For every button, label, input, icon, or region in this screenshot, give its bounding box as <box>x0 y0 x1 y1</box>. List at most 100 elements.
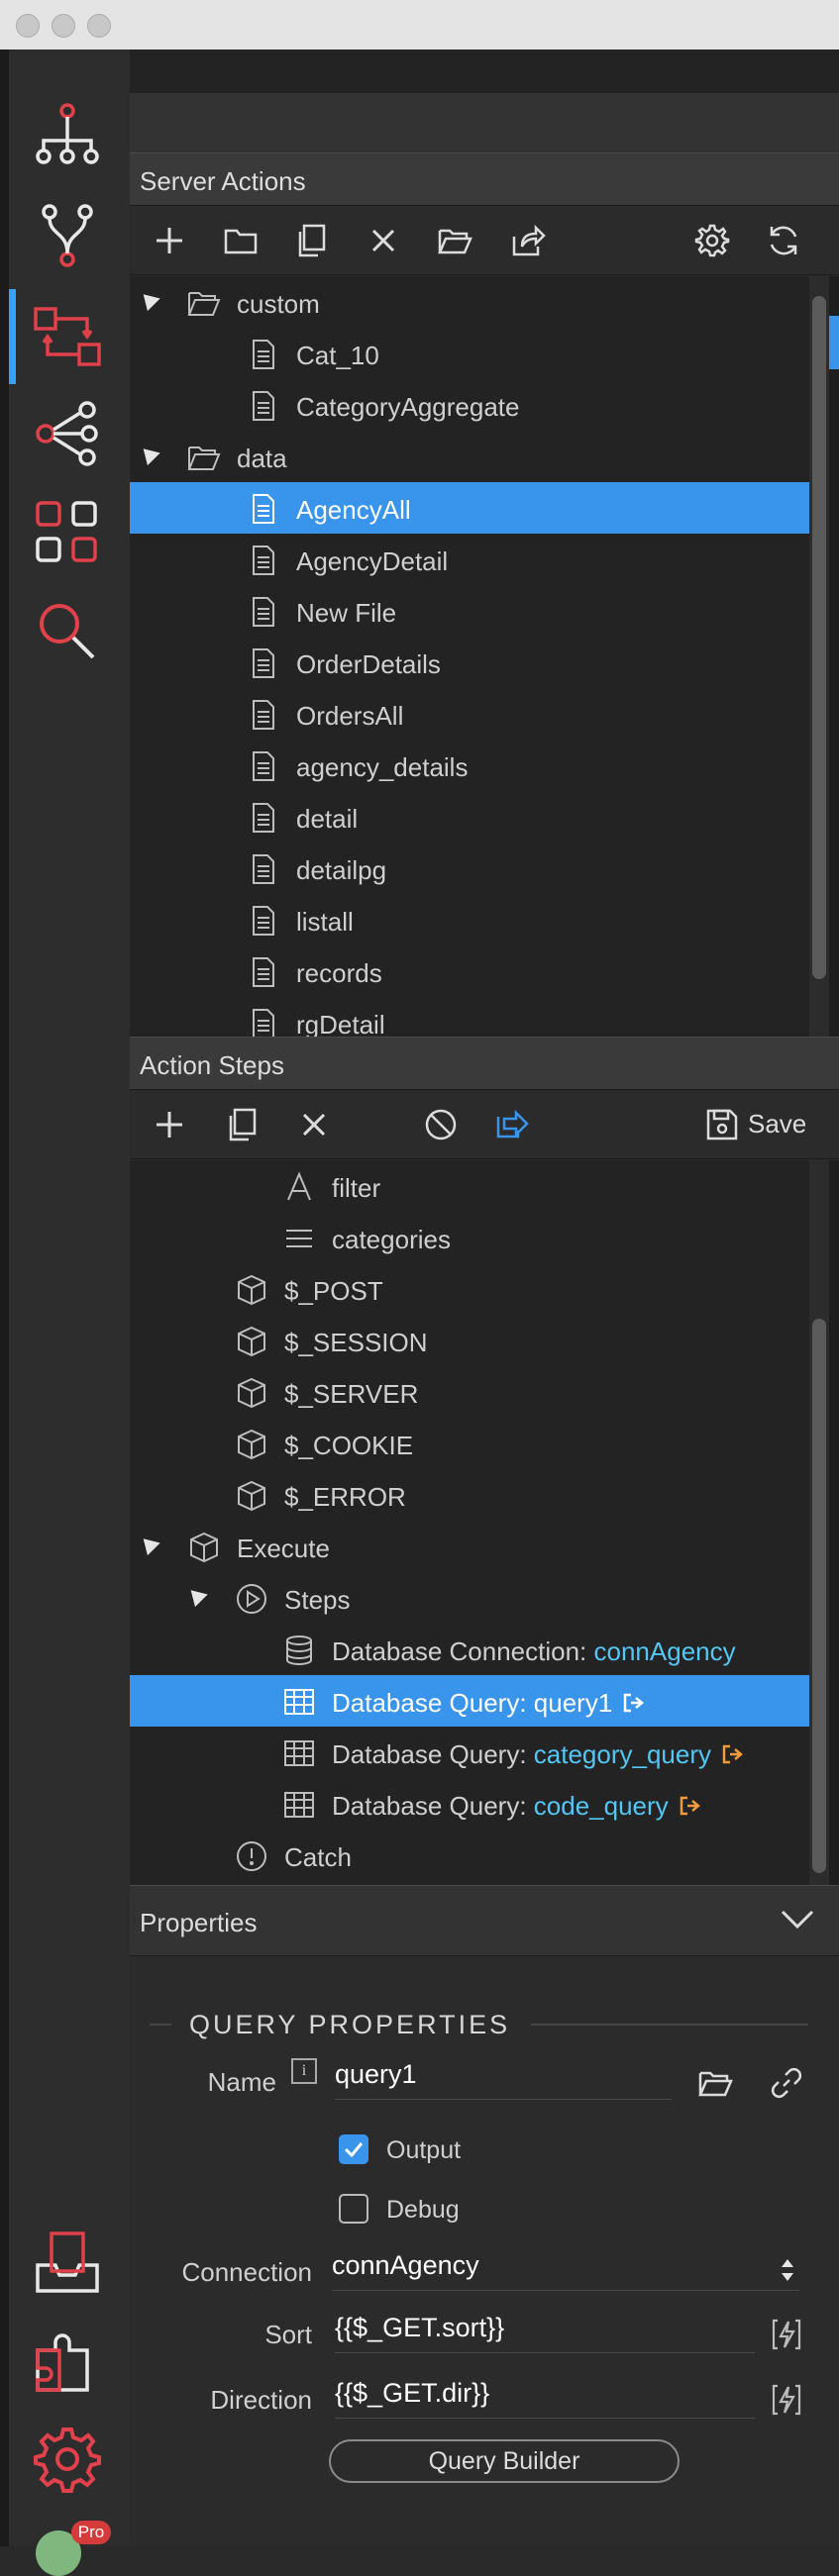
inbox-icon[interactable] <box>30 2226 105 2301</box>
site-structure-icon[interactable] <box>30 99 105 174</box>
output-checkbox[interactable] <box>339 2134 368 2164</box>
name-field[interactable]: query1 <box>335 2059 672 2100</box>
step-value: query1 <box>533 1688 613 1718</box>
step-row[interactable]: $_SERVER <box>130 1366 809 1418</box>
file-icon <box>247 544 280 577</box>
info-icon[interactable]: i <box>291 2058 317 2084</box>
avatar[interactable]: Pro <box>36 2521 111 2576</box>
step-label: Execute <box>237 1534 330 1564</box>
add-icon[interactable] <box>152 223 187 258</box>
open-folder-icon[interactable] <box>437 223 472 258</box>
chevron-down-icon[interactable] <box>780 1908 815 1932</box>
step-label: Database Query: query1 <box>332 1688 648 1721</box>
direction-field[interactable]: {{$_GET.dir}} <box>335 2378 755 2419</box>
cube-icon <box>187 1531 221 1564</box>
tree-file[interactable]: CategoryAggregate <box>130 379 809 431</box>
step-row[interactable]: filter <box>130 1160 809 1212</box>
tree-file[interactable]: rgDetail <box>130 997 809 1037</box>
action-steps-scroll-thumb[interactable] <box>812 1319 826 1873</box>
step-row[interactable]: Catch <box>130 1830 809 1881</box>
step-row[interactable]: $_COOKIE <box>130 1418 809 1469</box>
expand-triangle-icon[interactable] <box>184 1583 208 1608</box>
connection-label: Connection <box>181 2257 312 2287</box>
server-actions-title: Server Actions <box>140 166 306 196</box>
dynamic-data-icon[interactable] <box>769 2317 804 2352</box>
share-icon[interactable] <box>30 396 105 471</box>
tree-file[interactable]: Cat_10 <box>130 328 809 379</box>
expand-triangle-icon[interactable] <box>137 442 160 466</box>
query-builder-button[interactable]: Query Builder <box>329 2439 680 2483</box>
new-folder-icon[interactable] <box>223 223 259 258</box>
step-row[interactable]: $_POST <box>130 1263 809 1315</box>
link-icon[interactable] <box>769 2065 804 2101</box>
alert-icon <box>235 1839 268 1873</box>
delete-step-icon[interactable] <box>296 1107 332 1142</box>
window-zoom-button[interactable] <box>87 14 111 38</box>
duplicate-icon[interactable] <box>294 223 330 258</box>
step-row[interactable]: Database Query: category_query <box>130 1727 809 1778</box>
step-row[interactable]: Execute <box>130 1521 809 1572</box>
step-row[interactable]: categories <box>130 1212 809 1263</box>
server-connect-icon[interactable] <box>30 299 105 374</box>
file-icon <box>247 338 280 371</box>
tree-file[interactable]: listall <box>130 894 809 945</box>
tree-file[interactable]: OrdersAll <box>130 688 809 740</box>
expand-triangle-icon[interactable] <box>137 287 160 312</box>
step-row[interactable]: Database Connection: connAgency <box>130 1624 809 1675</box>
duplicate-step-icon[interactable] <box>225 1107 261 1142</box>
action-steps-scrollbar[interactable] <box>809 1160 829 1885</box>
export-icon[interactable] <box>510 223 546 258</box>
step-name: Steps <box>284 1585 351 1615</box>
add-step-icon[interactable] <box>152 1107 187 1142</box>
file-icon <box>247 801 280 835</box>
file-icon <box>247 955 280 989</box>
step-row[interactable]: $_SESSION <box>130 1315 809 1366</box>
gear-icon[interactable] <box>694 223 730 258</box>
sort-field[interactable]: {{$_GET.sort}} <box>335 2313 755 2353</box>
tree-file[interactable]: OrderDetails <box>130 637 809 688</box>
section-title: QUERY PROPERTIES <box>189 2010 511 2039</box>
apps-grid-icon[interactable] <box>30 495 105 570</box>
server-actions-scroll-thumb[interactable] <box>812 296 826 979</box>
cube-icon <box>235 1273 268 1307</box>
delete-icon[interactable] <box>366 223 401 258</box>
save-icon[interactable] <box>704 1107 740 1142</box>
debug-checkbox[interactable] <box>339 2194 368 2224</box>
save-button[interactable]: Save <box>748 1109 806 1139</box>
disable-step-icon[interactable] <box>423 1107 459 1142</box>
search-icon[interactable] <box>30 594 105 669</box>
server-actions-scrollbar[interactable] <box>809 276 829 1037</box>
folder-icon <box>187 286 221 320</box>
window-minimize-button[interactable] <box>52 14 75 38</box>
folder-icon[interactable] <box>697 2065 733 2101</box>
tree-file[interactable]: AgencyAll <box>130 482 809 534</box>
refresh-icon[interactable] <box>766 223 801 258</box>
expand-triangle-icon[interactable] <box>137 1532 160 1556</box>
step-label: $_ERROR <box>284 1482 406 1513</box>
tree-file[interactable]: agency_details <box>130 740 809 791</box>
tree-file[interactable]: AgencyDetail <box>130 534 809 585</box>
step-row[interactable]: Database Query: code_query <box>130 1778 809 1830</box>
properties-header[interactable]: Properties <box>130 1885 839 1956</box>
step-row[interactable]: Steps <box>130 1572 809 1624</box>
window-close-button[interactable] <box>16 14 40 38</box>
tree-file[interactable]: records <box>130 945 809 997</box>
window-edge <box>0 50 9 2546</box>
step-row[interactable]: Database Query: query1 <box>130 1675 809 1727</box>
tree-item-label: AgencyDetail <box>296 546 449 576</box>
window-titlebar <box>0 0 839 50</box>
dynamic-data-icon[interactable] <box>769 2382 804 2418</box>
step-label: Database Query: category_query <box>332 1739 747 1772</box>
extensions-icon[interactable] <box>30 2325 105 2400</box>
step-row[interactable]: $_ERROR <box>130 1469 809 1521</box>
tree-folder[interactable]: data <box>130 431 809 482</box>
tree-file[interactable]: detail <box>130 791 809 842</box>
git-branch-icon[interactable] <box>30 198 105 273</box>
tree-file[interactable]: detailpg <box>130 842 809 894</box>
settings-gear-icon[interactable] <box>30 2422 105 2497</box>
step-value: category_query <box>533 1739 712 1769</box>
tree-file[interactable]: New File <box>130 585 809 637</box>
tree-folder[interactable]: custom <box>130 276 809 328</box>
output-toggle-icon[interactable] <box>494 1107 530 1142</box>
connection-select[interactable]: connAgency <box>332 2250 799 2291</box>
